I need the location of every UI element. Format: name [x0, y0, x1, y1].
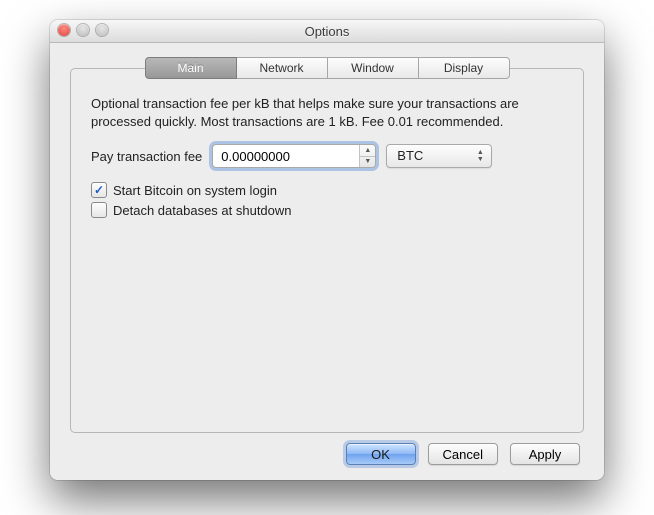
- cancel-button[interactable]: Cancel: [428, 443, 498, 465]
- fee-label: Pay transaction fee: [91, 149, 202, 164]
- checkbox-detach-db-label: Detach databases at shutdown: [113, 203, 292, 218]
- checkbox-row-detach-db: Detach databases at shutdown: [91, 202, 563, 218]
- chevron-up-down-icon: ▲▼: [475, 145, 485, 167]
- tab-bar: Main Network Window Display: [70, 57, 584, 79]
- fee-input[interactable]: [213, 145, 359, 167]
- fee-stepper: ▲ ▼: [359, 145, 375, 167]
- fee-spinbox: ▲ ▼: [212, 144, 376, 168]
- fee-step-down-icon[interactable]: ▼: [360, 157, 375, 168]
- close-icon[interactable]: [58, 24, 70, 36]
- currency-select-value: BTC: [397, 148, 423, 163]
- checkbox-start-login[interactable]: [91, 182, 107, 198]
- minimize-icon[interactable]: [77, 24, 89, 36]
- checkbox-detach-db[interactable]: [91, 202, 107, 218]
- ok-button[interactable]: OK: [346, 443, 416, 465]
- fee-step-up-icon[interactable]: ▲: [360, 145, 375, 157]
- dialog-buttons: OK Cancel Apply: [70, 433, 584, 465]
- fee-description: Optional transaction fee per kB that hel…: [91, 95, 563, 130]
- checkbox-start-login-label: Start Bitcoin on system login: [113, 183, 277, 198]
- window-title: Options: [305, 24, 350, 39]
- tab-panel-main: Optional transaction fee per kB that hel…: [70, 68, 584, 433]
- tab-display[interactable]: Display: [419, 57, 510, 79]
- tab-window[interactable]: Window: [328, 57, 419, 79]
- tab-main[interactable]: Main: [145, 57, 237, 79]
- titlebar: Options: [50, 20, 604, 43]
- currency-select[interactable]: BTC ▲▼: [386, 144, 492, 168]
- options-window: Options Main Network Window Display Opti…: [50, 20, 604, 480]
- zoom-icon[interactable]: [96, 24, 108, 36]
- fee-row: Pay transaction fee ▲ ▼ BTC ▲▼: [91, 144, 565, 168]
- window-controls: [58, 24, 108, 36]
- tab-network[interactable]: Network: [237, 57, 328, 79]
- apply-button[interactable]: Apply: [510, 443, 580, 465]
- checkbox-row-start-login: Start Bitcoin on system login: [91, 182, 563, 198]
